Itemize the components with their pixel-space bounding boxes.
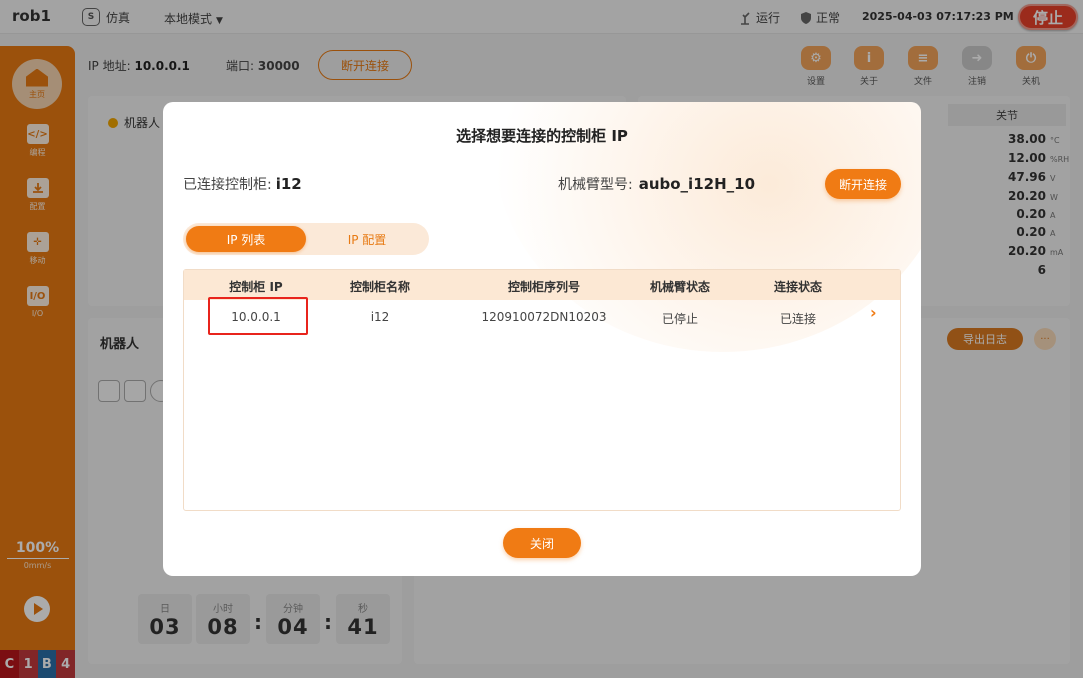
chevron-right-icon[interactable]: › [870,303,877,322]
tab-ip-list[interactable]: IP 列表 [186,226,306,252]
cell-serial-number: 120910072DN10203 [481,310,607,324]
tab-ip-config[interactable]: IP 配置 [307,226,427,252]
disconnect-button[interactable]: 断开连接 [825,169,901,199]
connected-controller: 已连接控制柜: i12 [183,174,302,194]
connected-controller-label: 已连接控制柜: [183,177,272,193]
cell-connection-status: 已连接 [779,312,816,326]
connected-controller-value: i12 [275,175,302,193]
ip-tabs: IP 列表 IP 配置 [183,223,429,255]
table-header: 控制柜 IP 控制柜名称 控制柜序列号 机械臂状态 连接状态 [184,270,900,300]
cell-arm-status: 已停止 [661,312,698,326]
column-controller-name: 控制柜名称 [349,280,410,294]
close-button[interactable]: 关闭 [503,528,581,558]
dialog-title: 选择想要连接的控制柜 IP [456,127,628,145]
column-controller-ip: 控制柜 IP [229,280,283,294]
column-serial-number: 控制柜序列号 [507,280,580,294]
cell-controller-name: i12 [370,310,390,324]
controller-table: 控制柜 IP 控制柜名称 控制柜序列号 机械臂状态 连接状态 10.0.0.1 … [183,269,901,511]
column-connection-status: 连接状态 [773,280,822,294]
arm-model-value: aubo_i12H_10 [638,175,756,193]
arm-model-label: 机械臂型号: [558,177,633,193]
arm-model: 机械臂型号: aubo_i12H_10 [558,174,755,194]
ip-highlight-box [208,297,308,335]
controller-ip-dialog: 选择想要连接的控制柜 IP 已连接控制柜: i12 机械臂型号: aubo_i12H… [163,102,921,576]
column-arm-status: 机械臂状态 [649,280,710,294]
